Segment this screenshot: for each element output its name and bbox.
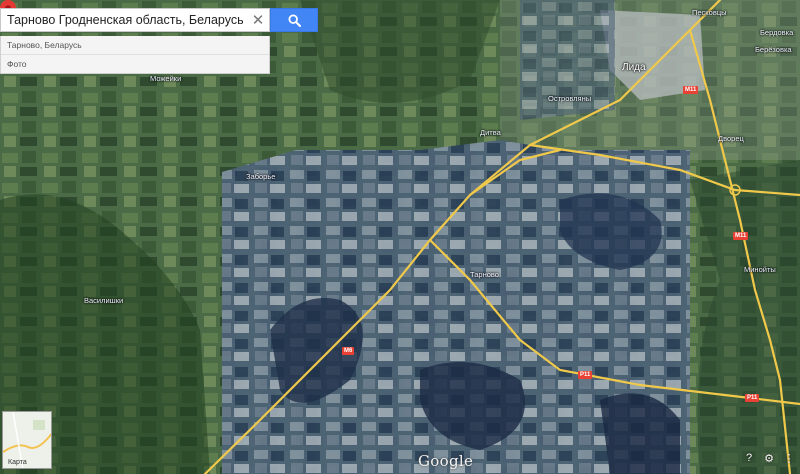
search-panel: ✕ Тарново, Беларусь Фото	[0, 8, 318, 74]
search-button[interactable]	[270, 8, 318, 32]
road-shield-m11-south: M11	[733, 232, 749, 240]
map-label-minojty: Минойты	[744, 265, 776, 274]
suggestion-item-photos[interactable]: Фото	[1, 54, 269, 73]
road-shield-p11: P11	[578, 371, 593, 379]
minimap-label: Карта	[8, 459, 27, 466]
map-label-ostrovlyany: Островляны	[548, 94, 592, 103]
map-label-bersko: Берёзовка	[755, 45, 792, 54]
search-bar: ✕	[0, 8, 318, 32]
suggestion-item-place[interactable]: Тарново, Беларусь	[1, 36, 269, 54]
map-type-toggle[interactable]: Карта	[2, 411, 52, 469]
road-shield-m11: M11	[683, 86, 699, 94]
map-label-lida: Лида	[622, 62, 646, 73]
question-icon[interactable]: ?	[742, 451, 756, 465]
close-icon[interactable]: ✕	[248, 8, 268, 32]
gear-icon[interactable]: ⚙	[762, 451, 776, 465]
apps-icon[interactable]: ⋮	[782, 451, 796, 465]
search-icon	[287, 13, 301, 27]
map-label-dvarets: Дворец	[718, 134, 744, 143]
road-shield-p11-east: P11	[745, 394, 760, 402]
map-label-berdovka: Бердовка	[760, 28, 794, 37]
map-label-mozhejki: Можейки	[150, 74, 182, 83]
google-logo: Google	[418, 452, 474, 470]
map-label-dubrovno: Дитва	[480, 128, 501, 137]
map-label-peskovtsy: Песковцы	[692, 8, 727, 17]
map-label-tarnovo: Тарново	[470, 270, 499, 279]
map-label-vasilishki: Василишки	[84, 296, 124, 305]
suggestion-list: Тарново, Беларусь Фото	[0, 36, 270, 74]
map-label-zabrodzha: Заборье	[246, 172, 276, 181]
search-input[interactable]	[0, 8, 270, 32]
road-shield-m6: M6	[342, 347, 355, 355]
